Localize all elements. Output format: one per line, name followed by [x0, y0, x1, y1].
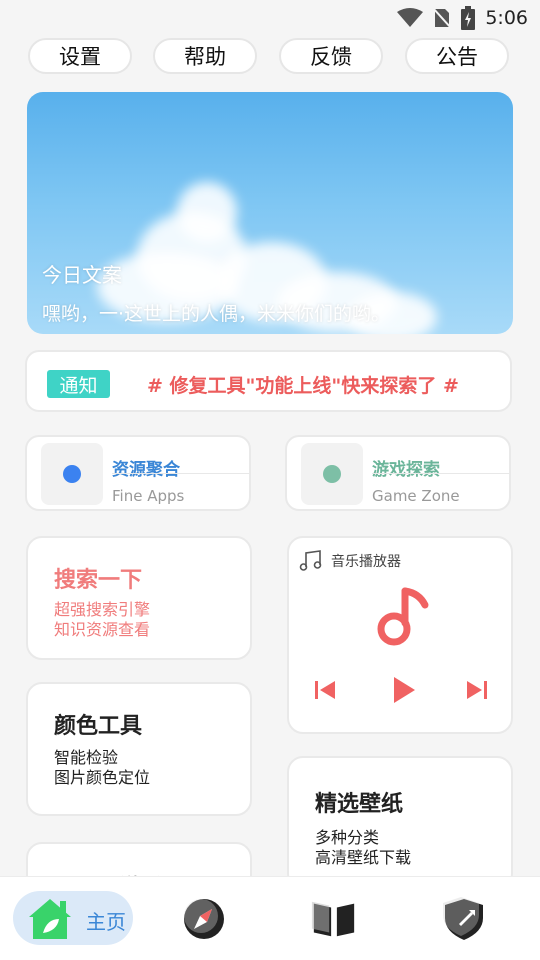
blue-dot-icon — [63, 465, 81, 483]
color-tool-title: 颜色工具 — [54, 714, 143, 739]
nav-home-label: 主页 — [86, 910, 126, 934]
notice-badge: 通知 — [47, 370, 110, 398]
compass-icon — [184, 899, 224, 939]
search-line2: 知识资源查看 — [54, 620, 151, 639]
notice-text: # 修复工具"功能上线"快来探索了 # — [147, 375, 459, 397]
search-card[interactable]: 搜索一下 超强搜索引擎 知识资源查看 — [26, 536, 252, 660]
wifi-icon — [397, 8, 424, 27]
search-line1: 超强搜索引擎 — [54, 600, 151, 619]
no-sim-icon — [433, 7, 452, 29]
music-player-card: 音乐播放器 — [287, 536, 513, 734]
resource-title: 资源聚合 — [112, 460, 180, 480]
music-title: 音乐播放器 — [331, 554, 401, 570]
daily-quote-banner[interactable]: 今日文案 嘿哟，一·这世上的人偶，米米你们的哟。 — [27, 92, 513, 334]
status-icons: 5:06 — [397, 6, 528, 30]
resource-icon-box — [41, 443, 103, 505]
game-subtitle: Game Zone — [372, 487, 460, 505]
resource-aggregation-card[interactable]: 资源聚合 Fine Apps — [25, 435, 251, 511]
wallpaper-line1: 多种分类 — [315, 828, 380, 847]
top-button-row: 设置 帮助 反馈 公告 — [28, 38, 510, 74]
help-button[interactable]: 帮助 — [153, 38, 257, 74]
bottom-nav: 主页 — [0, 876, 540, 960]
banner-text: 嘿哟，一·这世上的人偶，米米你们的哟。 — [42, 303, 391, 325]
banner-title: 今日文案 — [42, 263, 122, 287]
shield-icon — [443, 897, 483, 940]
wallpaper-title: 精选壁纸 — [315, 792, 404, 817]
color-tool-line1: 智能检验 — [54, 748, 119, 767]
play-icon[interactable] — [391, 675, 417, 705]
book-icon — [311, 901, 355, 937]
music-note-small-icon — [299, 550, 322, 571]
battery-charging-icon — [461, 6, 476, 30]
nav-discover[interactable] — [180, 895, 228, 943]
status-time: 5:06 — [485, 7, 528, 29]
game-title: 游戏探索 — [372, 460, 440, 480]
notice-bar[interactable]: 通知 # 修复工具"功能上线"快来探索了 # — [25, 350, 512, 412]
announcement-button[interactable]: 公告 — [405, 38, 509, 74]
settings-button[interactable]: 设置 — [28, 38, 132, 74]
wallpaper-card[interactable]: 精选壁纸 多种分类 高清壁纸下载 — [287, 756, 513, 890]
music-note-icon — [377, 587, 429, 646]
next-icon[interactable] — [465, 678, 489, 702]
wallpaper-line2: 高清壁纸下载 — [315, 848, 412, 867]
home-icon — [29, 899, 71, 939]
status-bar: 5:06 — [0, 0, 540, 36]
resource-subtitle: Fine Apps — [112, 487, 185, 505]
color-tool-line2: 图片颜色定位 — [54, 768, 151, 787]
search-title: 搜索一下 — [54, 568, 143, 593]
prev-icon[interactable] — [313, 678, 337, 702]
color-tool-card[interactable]: 颜色工具 智能检验 图片颜色定位 — [26, 682, 252, 816]
nav-home[interactable]: 主页 — [13, 891, 133, 945]
feedback-button[interactable]: 反馈 — [279, 38, 383, 74]
music-header: 音乐播放器 — [299, 550, 401, 572]
green-dot-icon — [323, 465, 341, 483]
game-explore-card[interactable]: 游戏探索 Game Zone — [285, 435, 511, 511]
nav-library[interactable] — [310, 895, 358, 943]
nav-security[interactable] — [440, 895, 488, 943]
game-icon-box — [301, 443, 363, 505]
